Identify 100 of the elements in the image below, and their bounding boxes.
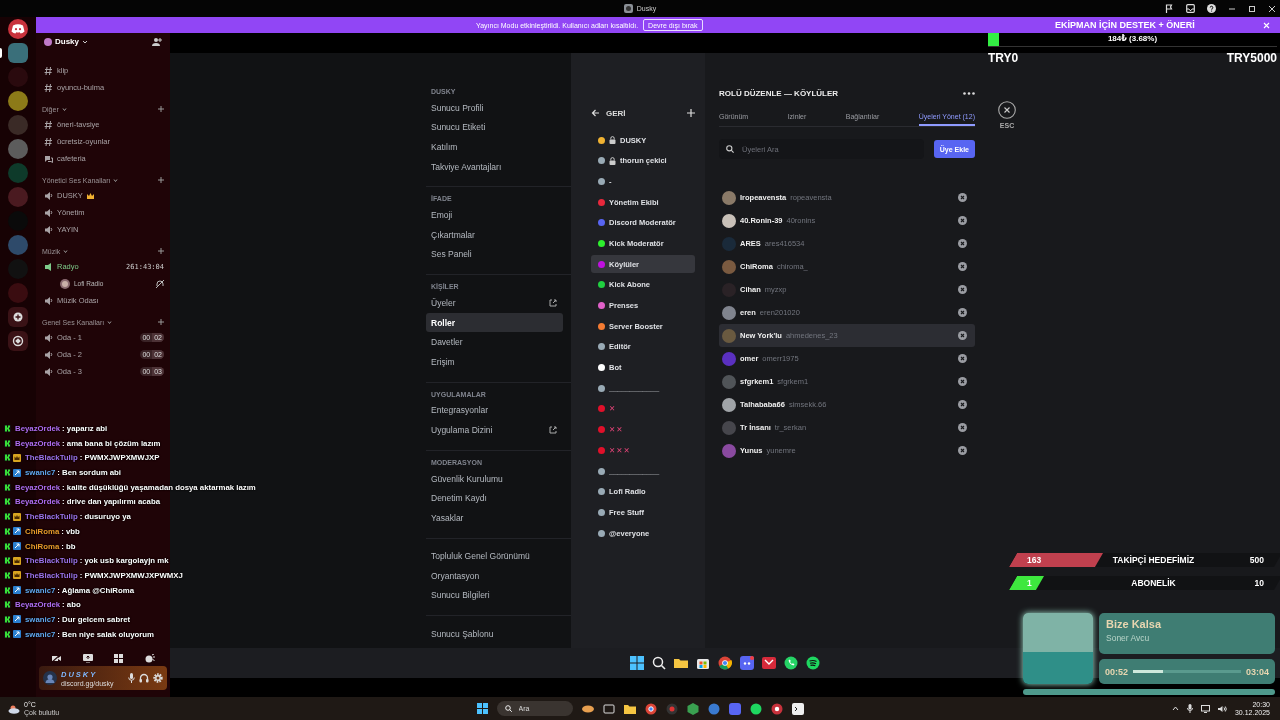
- settings-nav-item[interactable]: Uygulama Dizini: [426, 420, 563, 440]
- settings-nav-item[interactable]: Topluluk Genel Görünümü: [426, 546, 563, 567]
- microphone-icon[interactable]: [128, 673, 135, 683]
- goal-current: 1: [1027, 578, 1033, 588]
- external-link-icon: [549, 425, 557, 434]
- remove-icon[interactable]: [958, 400, 967, 409]
- k-logo-icon: [4, 454, 11, 462]
- server-icon: [44, 37, 52, 46]
- settings-nav-item[interactable]: Takviye Avantajları: [426, 156, 563, 177]
- remove-icon[interactable]: [958, 262, 967, 271]
- k-logo-icon: [4, 542, 11, 550]
- add-server-icon[interactable]: [8, 307, 28, 327]
- settings-nav-item[interactable]: Çıkartmalar: [426, 224, 563, 245]
- subscriber-badge-icon: [13, 615, 21, 624]
- settings-icon[interactable]: [153, 673, 163, 683]
- remove-icon[interactable]: [958, 354, 967, 363]
- remove-icon[interactable]: [958, 285, 967, 294]
- goal-maximum: TRY5000: [1226, 51, 1277, 65]
- volume-icon[interactable]: [1217, 704, 1227, 713]
- terminal-icon[interactable]: [791, 702, 804, 715]
- settings-nav-item[interactable]: Güvenlik Kurulumu: [426, 468, 563, 489]
- chevron-down-icon[interactable]: [82, 38, 88, 45]
- goal-target: 500: [1248, 555, 1264, 565]
- screen-share-icon[interactable]: [82, 653, 93, 663]
- close-icon[interactable]: [998, 101, 1016, 119]
- windows-start-icon[interactable]: [630, 656, 644, 670]
- search-icon: [504, 705, 512, 712]
- server-icon[interactable]: [8, 139, 28, 159]
- add-channel-icon[interactable]: [158, 248, 164, 254]
- mail-icon[interactable]: [762, 656, 776, 670]
- settings-nav-item[interactable]: Üyeler: [426, 293, 563, 313]
- settings-nav-item[interactable]: Yasaklar: [426, 507, 563, 528]
- remove-icon[interactable]: [958, 331, 967, 340]
- subscriber-badge-icon: [13, 630, 21, 639]
- task-view-icon[interactable]: [602, 702, 615, 715]
- settings-nav-item[interactable]: Oryantasyon: [426, 566, 563, 586]
- crown-badge-icon: [13, 571, 21, 580]
- add-channel-icon[interactable]: [158, 177, 164, 183]
- back-button[interactable]: GERİ: [591, 105, 626, 121]
- remove-icon[interactable]: [958, 423, 967, 432]
- invite-people-icon[interactable]: [152, 37, 162, 46]
- add-channel-icon[interactable]: [158, 106, 164, 112]
- k-logo-icon: [4, 571, 11, 579]
- settings-nav-item[interactable]: Katılım: [426, 137, 563, 157]
- remove-icon[interactable]: [958, 239, 967, 248]
- phone-chat-icon[interactable]: [784, 656, 798, 670]
- chevron-down-icon: [61, 106, 67, 112]
- close-icon[interactable]: [1268, 4, 1276, 13]
- settings-nav-item[interactable]: Sunucu Bilgileri: [426, 585, 563, 606]
- server-name[interactable]: Dusky: [55, 37, 79, 46]
- headphones-icon[interactable]: [139, 673, 149, 683]
- remove-icon[interactable]: [958, 308, 967, 317]
- folder-icon[interactable]: [674, 656, 688, 670]
- add-channel-icon[interactable]: [158, 319, 164, 325]
- settings-nav-item[interactable]: Erişim: [426, 351, 563, 372]
- flag-icon[interactable]: [1165, 4, 1174, 13]
- settings-nav-item[interactable]: Sunucu Şablonu: [426, 624, 563, 644]
- settings-nav-item[interactable]: Ses Paneli: [426, 244, 563, 265]
- camera-off-icon[interactable]: [50, 653, 61, 663]
- settings-nav-item[interactable]: Emoji: [426, 205, 563, 225]
- settings-nav-item[interactable]: Denetim Kaydı: [426, 488, 563, 508]
- monitor-icon[interactable]: [1200, 704, 1210, 713]
- remove-icon[interactable]: [958, 193, 967, 202]
- lock-icon: [609, 136, 616, 144]
- remove-icon[interactable]: [958, 377, 967, 386]
- speaker-icon: [44, 224, 53, 235]
- remove-icon[interactable]: [958, 216, 967, 225]
- more-options-icon[interactable]: [963, 91, 975, 95]
- inbox-icon[interactable]: [1186, 4, 1195, 13]
- settings-nav-item[interactable]: Sunucu Profili: [426, 98, 563, 118]
- windows-start-icon[interactable]: [476, 703, 488, 714]
- settings-nav-item[interactable]: Entegrasyonlar: [426, 400, 563, 421]
- remove-icon[interactable]: [958, 446, 967, 455]
- settings-nav-item[interactable]: Roller: [426, 312, 563, 333]
- record-icon[interactable]: [665, 702, 678, 715]
- discover-icon[interactable]: [8, 331, 28, 351]
- muted-headphones-icon: [156, 279, 164, 288]
- activity-icon[interactable]: [114, 653, 124, 663]
- store-icon[interactable]: [696, 656, 710, 670]
- settings-nav-item[interactable]: Davetler: [426, 332, 563, 352]
- goal-current: 163: [1027, 555, 1043, 565]
- external-link-icon: [549, 298, 557, 307]
- total-time: 03:04: [1245, 666, 1269, 677]
- chevron-down-icon: [63, 248, 69, 254]
- server-icon[interactable]: [8, 91, 28, 111]
- discord-logo-icon[interactable]: [8, 19, 28, 39]
- microphone-icon[interactable]: [1186, 704, 1193, 713]
- k-logo-icon: [4, 498, 11, 506]
- add-role-icon[interactable]: [687, 109, 695, 117]
- settings-nav-item[interactable]: Sunucu Etiketi: [426, 117, 563, 138]
- soundboard-icon[interactable]: [145, 653, 156, 663]
- help-icon[interactable]: [1207, 4, 1216, 13]
- server-icon[interactable]: [8, 43, 28, 63]
- user-avatar: [722, 443, 736, 458]
- maximize-icon[interactable]: [1248, 4, 1256, 13]
- cube-icon[interactable]: [686, 702, 699, 715]
- folder-icon[interactable]: [623, 702, 636, 715]
- chevron-up-icon[interactable]: [1171, 706, 1179, 711]
- search-icon[interactable]: [652, 656, 666, 670]
- k-logo-icon: [4, 615, 11, 623]
